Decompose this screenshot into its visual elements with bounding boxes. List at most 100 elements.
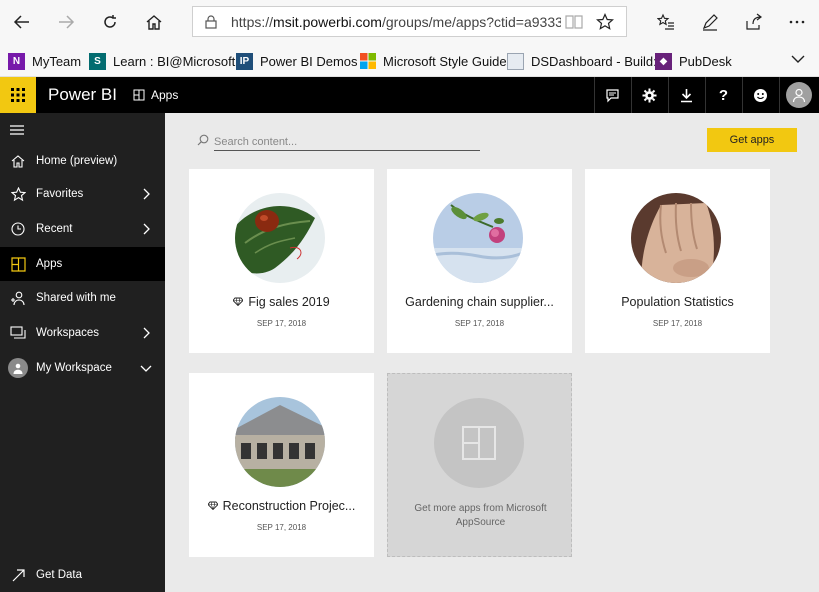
- star-icon: [10, 186, 26, 202]
- app-title: Reconstruction Projec...: [189, 499, 374, 513]
- sidebar: Home (preview) Favorites Recent Apps Sha…: [0, 113, 165, 592]
- page-icon: [507, 52, 524, 70]
- sidebar-item-home[interactable]: Home (preview): [0, 144, 165, 178]
- app-title: Fig sales 2019: [189, 295, 374, 309]
- search-input[interactable]: [214, 134, 480, 151]
- app-title[interactable]: Power BI: [48, 85, 117, 105]
- download-button[interactable]: [668, 77, 704, 113]
- feedback-button[interactable]: [594, 77, 630, 113]
- browser-toolbar: https://msit.powerbi.com/groups/me/apps?…: [0, 0, 819, 44]
- app-thumbnail: [235, 397, 325, 487]
- app-launcher-icon[interactable]: [0, 77, 36, 113]
- chevron-right-icon[interactable]: [140, 327, 152, 339]
- sharepoint-icon: S: [89, 52, 106, 70]
- url-prefix: https://: [231, 14, 274, 30]
- favorite-powerbi-demos[interactable]: IP Power BI Demos: [236, 51, 358, 71]
- favorite-pubdesk[interactable]: ◆ PubDesk: [655, 51, 732, 71]
- search-icon: [197, 134, 209, 146]
- sidebar-item-recent[interactable]: Recent: [0, 212, 165, 246]
- diamond-icon: [233, 297, 244, 306]
- favorites-list-icon: [657, 13, 674, 30]
- sidebar-item-shared[interactable]: Shared with me: [0, 281, 165, 315]
- breadcrumb-label: Apps: [151, 88, 179, 102]
- favorite-learn[interactable]: S Learn : BI@Microsoft: [89, 51, 235, 71]
- get-data-button[interactable]: Get Data: [0, 558, 165, 592]
- share-icon: [746, 13, 762, 30]
- diamond-icon: [207, 501, 218, 510]
- app-thumbnail: [631, 193, 721, 283]
- refresh-icon: [104, 15, 116, 28]
- arrow-up-right-icon: [10, 567, 26, 583]
- smiley-feedback-button[interactable]: [742, 77, 778, 113]
- sidebar-item-apps[interactable]: Apps: [0, 247, 165, 281]
- back-arrow-icon: [13, 15, 29, 29]
- get-more-apps-card[interactable]: Get more apps from Microsoft AppSource: [387, 373, 572, 557]
- sidebar-item-favorites[interactable]: Favorites: [0, 177, 165, 211]
- app-title: Population Statistics: [621, 295, 734, 309]
- favorite-dsdashboard[interactable]: DSDashboard - Build:: [507, 51, 657, 71]
- home-button[interactable]: [140, 8, 168, 36]
- home-icon: [10, 153, 26, 169]
- share-button[interactable]: [740, 8, 768, 36]
- help-button[interactable]: ?: [705, 77, 741, 113]
- appsource-icon: [434, 398, 524, 488]
- url-host: msit.powerbi.com: [273, 14, 382, 30]
- app-thumbnail: [235, 193, 325, 283]
- back-button[interactable]: [8, 8, 36, 36]
- app-card-reconstruction[interactable]: Reconstruction Projec... SEP 17, 2018: [189, 373, 374, 557]
- settings-button[interactable]: [631, 77, 667, 113]
- question-icon: ?: [718, 86, 729, 104]
- sidebar-item-workspaces[interactable]: Workspaces: [0, 316, 165, 350]
- visual-studio-icon: ◆: [655, 52, 672, 70]
- favorite-myteam[interactable]: N MyTeam: [8, 51, 81, 71]
- app-card-fig-sales[interactable]: Fig sales 2019 SEP 17, 2018: [189, 169, 374, 353]
- shared-people-icon: [10, 290, 26, 306]
- reading-view-icon[interactable]: [565, 14, 583, 30]
- app-thumbnail: [433, 193, 523, 283]
- chevron-right-icon[interactable]: [140, 188, 152, 200]
- favorite-label: Power BI Demos: [260, 53, 358, 69]
- favorites-hub-button[interactable]: [652, 8, 680, 36]
- address-bar[interactable]: https://msit.powerbi.com/groups/me/apps?…: [192, 6, 627, 37]
- hamburger-icon[interactable]: [10, 125, 24, 135]
- sidebar-item-label: Home (preview): [36, 155, 118, 167]
- favorites-bar: N MyTeam S Learn : BI@Microsoft IP Power…: [0, 44, 819, 77]
- app-date: SEP 17, 2018: [454, 319, 505, 328]
- sidebar-item-my-workspace[interactable]: My Workspace: [0, 351, 165, 385]
- url-text: https://msit.powerbi.com/groups/me/apps?…: [231, 14, 561, 30]
- app-card-gardening[interactable]: Gardening chain supplier... SEP 17, 2018: [387, 169, 572, 353]
- pen-icon: [702, 14, 718, 31]
- favorite-label: Learn : BI@Microsoft: [113, 53, 236, 69]
- chevron-down-icon[interactable]: [788, 49, 808, 69]
- favorite-label: DSDashboard - Build:: [531, 53, 657, 69]
- get-apps-button[interactable]: Get apps: [707, 128, 797, 152]
- get-more-apps-text: Get more apps from Microsoft AppSource: [414, 503, 547, 528]
- more-button[interactable]: [783, 8, 811, 36]
- favorite-star-icon[interactable]: [596, 13, 614, 31]
- microsoft-logo-icon: [359, 53, 376, 70]
- app-card-population[interactable]: Population Statistics SEP 17, 2018: [585, 169, 770, 353]
- ellipsis-icon: [789, 20, 805, 24]
- app-date: SEP 17, 2018: [256, 523, 307, 532]
- avatar[interactable]: [786, 82, 812, 108]
- chevron-right-icon[interactable]: [140, 223, 152, 235]
- app-date: SEP 17, 2018: [652, 319, 703, 328]
- chevron-down-icon[interactable]: [140, 362, 152, 374]
- smiley-icon: [754, 88, 767, 102]
- app-title-text: Reconstruction Projec...: [222, 499, 356, 513]
- lock-icon: [205, 15, 217, 29]
- gear-icon: [642, 88, 657, 102]
- forward-arrow-icon: [59, 15, 75, 29]
- app-title: Gardening chain supplier...: [405, 295, 554, 309]
- home-icon: [146, 15, 162, 30]
- forward-button[interactable]: [52, 8, 80, 36]
- powerbi-header: Power BI Apps ?: [0, 77, 819, 113]
- refresh-button[interactable]: [96, 8, 124, 36]
- sidebar-item-label: Workspaces: [36, 327, 100, 339]
- breadcrumb[interactable]: Apps: [133, 88, 178, 102]
- ip-icon: IP: [236, 52, 253, 70]
- favorite-style-guide[interactable]: Microsoft Style Guide: [359, 51, 507, 71]
- notes-button[interactable]: [696, 8, 724, 36]
- get-data-label: Get Data: [36, 569, 83, 581]
- favorite-label: Microsoft Style Guide: [383, 53, 507, 69]
